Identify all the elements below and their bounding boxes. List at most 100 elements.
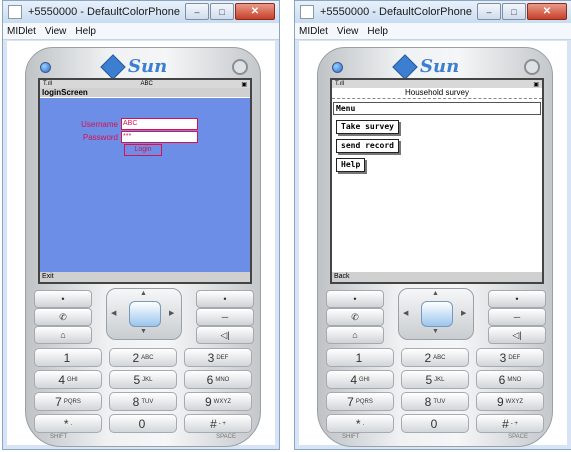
power-button[interactable]	[232, 59, 248, 75]
phone-screen: T.ıll ▣ Household survey Menu Take surve…	[330, 78, 544, 284]
sun-logo: Sun	[100, 53, 167, 80]
key-8[interactable]: 8 TUV	[401, 392, 469, 411]
phone-screen: T.ıll ABC ▣ loginScreen Username ABC Pas…	[38, 78, 252, 284]
app-icon	[300, 5, 314, 19]
close-button[interactable]: ✕	[527, 3, 567, 20]
menu-view[interactable]: View	[45, 26, 67, 37]
home-key[interactable]: ⌂	[326, 326, 384, 344]
signal-icon: T.ıll	[43, 81, 52, 87]
key-star[interactable]: *.	[34, 414, 102, 433]
app-icon	[8, 5, 22, 19]
menu-list: Take survey send record Help	[332, 115, 542, 172]
key-1[interactable]: 1	[326, 348, 394, 367]
menu-item-take-survey[interactable]: Take survey	[336, 120, 399, 134]
soft-key-back[interactable]: Back	[332, 272, 542, 282]
key-hash[interactable]: # - +	[184, 414, 252, 433]
call-key[interactable]: ✆	[34, 308, 92, 326]
key-6[interactable]: 6 MNO	[476, 370, 544, 389]
menu-midlet[interactable]: MIDlet	[7, 26, 36, 37]
soft-key-exit[interactable]: Exit	[40, 272, 250, 282]
username-label: Username	[81, 119, 118, 129]
navigation-pad[interactable]: ▲ ▼ ◀ ▶	[398, 288, 474, 340]
end-call-key[interactable]: ─	[488, 308, 546, 326]
status-bar: T.ıll ▣	[332, 80, 542, 88]
key-3[interactable]: 3 DEF	[184, 348, 252, 367]
screen-title: loginScreen	[40, 88, 250, 97]
indicator-light-icon	[40, 62, 51, 73]
menu-help[interactable]: Help	[367, 26, 388, 37]
number-keys: 1 2 ABC 3 DEF 4 GHI 5 JKL 6 MNO 7 PQRS 8 TUV 9W…	[326, 348, 544, 433]
close-button[interactable]: ✕	[235, 3, 275, 20]
key-5[interactable]: 5 JKL	[401, 370, 469, 389]
minimize-button[interactable]: –	[185, 3, 209, 20]
password-field[interactable]: ***	[121, 131, 198, 143]
window-title: +5550000 - DefaultColorPhone	[320, 6, 472, 18]
keypad: • ✆ ⌂ ▲ ▼ ◀ ▶ • ─ ◁| 1 2 ABC 3 DEF 4 GHI…	[326, 288, 546, 440]
key-0[interactable]: 0	[109, 414, 177, 433]
key-6[interactable]: 6 MNO	[184, 370, 252, 389]
right-soft-key[interactable]: •	[488, 290, 546, 308]
maximize-button[interactable]: □	[502, 3, 526, 20]
sun-logo: Sun	[392, 53, 459, 80]
title-bar[interactable]: +5550000 - DefaultColorPhone – □ ✕	[295, 1, 571, 23]
key-7[interactable]: 7 PQRS	[326, 392, 394, 411]
volume-key[interactable]: ◁|	[488, 326, 546, 344]
title-bar[interactable]: +5550000 - DefaultColorPhone – □ ✕	[3, 1, 279, 23]
signal-icon: T.ıll	[335, 81, 344, 87]
key-8[interactable]: 8 TUV	[109, 392, 177, 411]
select-button[interactable]	[129, 301, 161, 327]
maximize-button[interactable]: □	[210, 3, 234, 20]
space-label: SPACE	[508, 434, 528, 440]
screen-title: Household survey	[332, 88, 542, 99]
key-4[interactable]: 4 GHI	[34, 370, 102, 389]
menu-bar: MIDlet View Help	[295, 23, 571, 40]
key-star[interactable]: *.	[326, 414, 394, 433]
input-mode: ABC	[140, 81, 153, 87]
menu-header: Menu	[333, 102, 541, 115]
key-9[interactable]: 9 WXYZ	[184, 392, 252, 411]
home-key[interactable]: ⌂	[34, 326, 92, 344]
call-key[interactable]: ✆	[326, 308, 384, 326]
key-3[interactable]: 3 DEF	[476, 348, 544, 367]
battery-icon: ▣	[533, 81, 539, 88]
navigation-pad[interactable]: ▲ ▼ ◀ ▶	[106, 288, 182, 340]
key-2[interactable]: 2 ABC	[109, 348, 177, 367]
shift-label: SHIFT	[342, 434, 360, 440]
select-button[interactable]	[421, 301, 453, 327]
end-call-key[interactable]: ─	[196, 308, 254, 326]
shift-label: SHIFT	[50, 434, 68, 440]
key-2[interactable]: 2 ABC	[401, 348, 469, 367]
left-soft-key[interactable]: •	[34, 290, 92, 308]
window-title: +5550000 - DefaultColorPhone	[28, 6, 180, 18]
login-button[interactable]: Login	[124, 144, 162, 156]
key-9[interactable]: 9 WXYZ	[476, 392, 544, 411]
key-5[interactable]: 5 JKL	[109, 370, 177, 389]
minimize-button[interactable]: –	[477, 3, 501, 20]
battery-icon: ▣	[241, 81, 247, 88]
phone-body: Sun T.ıll ▣ Household survey Menu Take s…	[317, 47, 553, 447]
sun-diamond-icon	[392, 53, 418, 80]
status-bar: T.ıll ABC ▣	[40, 80, 250, 88]
right-soft-key[interactable]: •	[196, 290, 254, 308]
key-1[interactable]: 1	[34, 348, 102, 367]
key-0[interactable]: 0	[401, 414, 469, 433]
menu-help[interactable]: Help	[75, 26, 96, 37]
menu-item-send-record[interactable]: send record	[336, 139, 399, 153]
key-7[interactable]: 7 PQRS	[34, 392, 102, 411]
left-soft-key[interactable]: •	[326, 290, 384, 308]
indicator-light-icon	[332, 62, 343, 73]
volume-key[interactable]: ◁|	[196, 326, 254, 344]
space-label: SPACE	[216, 434, 236, 440]
key-hash[interactable]: # - +	[476, 414, 544, 433]
phone-body: Sun T.ıll ABC ▣ loginScreen Username ABC	[25, 47, 261, 447]
menu-item-help[interactable]: Help	[336, 158, 366, 172]
number-keys: 1 2 ABC 3 DEF 4 GHI 5 JKL 6 MNO 7 PQRS 8 TUV 9W…	[34, 348, 252, 433]
key-4[interactable]: 4 GHI	[326, 370, 394, 389]
menu-midlet[interactable]: MIDlet	[299, 26, 328, 37]
keypad: • ✆ ⌂ ▲ ▼ ◀ ▶ • ─ ◁| 1 2 ABC 3 DEF 4 GHI…	[34, 288, 254, 440]
login-form: Username ABC Password *** Login	[40, 98, 250, 272]
username-field[interactable]: ABC	[121, 118, 198, 130]
emulator-window-survey: +5550000 - DefaultColorPhone – □ ✕ MIDle…	[294, 0, 571, 450]
menu-view[interactable]: View	[337, 26, 359, 37]
power-button[interactable]	[524, 59, 540, 75]
